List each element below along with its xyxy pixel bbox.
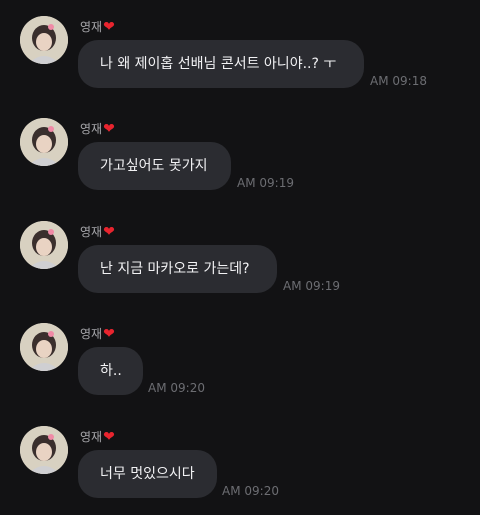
message-time: AM 09:19 — [237, 176, 294, 190]
message-time: AM 09:20 — [222, 484, 279, 498]
heart-icon: ❤ — [103, 19, 115, 35]
message-bubble[interactable]: 난 지금 마카오로 가는데? — [78, 245, 277, 293]
sender-label: 영재 — [80, 20, 103, 34]
sender-label: 영재 — [80, 225, 103, 239]
heart-icon: ❤ — [103, 326, 115, 342]
message-bubble[interactable]: 나 왜 제이홉 선배님 콘서트 아니야..? ㅜ — [78, 40, 364, 88]
sender-name: 영재❤ — [80, 325, 115, 342]
message-time: AM 09:19 — [283, 279, 340, 293]
message-bubble[interactable]: 하.. — [78, 347, 143, 395]
heart-icon: ❤ — [103, 429, 115, 445]
sender-name: 영재❤ — [80, 223, 115, 240]
chat-thread: 영재❤ 나 왜 제이홉 선배님 콘서트 아니야..? ㅜ AM 09:18 영재… — [0, 0, 480, 515]
message-bubble[interactable]: 너무 멋있으시다 — [78, 450, 217, 498]
chat-message: 영재❤ 난 지금 마카오로 가는데? AM 09:19 — [0, 221, 480, 321]
avatar[interactable] — [20, 16, 68, 64]
sender-label: 영재 — [80, 430, 103, 444]
sender-name: 영재❤ — [80, 428, 115, 445]
heart-icon: ❤ — [103, 121, 115, 137]
avatar[interactable] — [20, 323, 68, 371]
sender-name: 영재❤ — [80, 120, 115, 137]
sender-name: 영재❤ — [80, 18, 115, 35]
sender-label: 영재 — [80, 327, 103, 341]
avatar[interactable] — [20, 118, 68, 166]
sender-label: 영재 — [80, 122, 103, 136]
heart-icon: ❤ — [103, 224, 115, 240]
avatar[interactable] — [20, 221, 68, 269]
message-time: AM 09:18 — [370, 74, 427, 88]
avatar[interactable] — [20, 426, 68, 474]
chat-message: 영재❤ 가고싶어도 못가지 AM 09:19 — [0, 118, 480, 218]
chat-message: 영재❤ 너무 멋있으시다 AM 09:20 — [0, 426, 480, 515]
chat-message: 영재❤ 나 왜 제이홉 선배님 콘서트 아니야..? ㅜ AM 09:18 — [0, 16, 480, 116]
message-bubble[interactable]: 가고싶어도 못가지 — [78, 142, 231, 190]
message-time: AM 09:20 — [148, 381, 205, 395]
chat-message: 영재❤ 하.. AM 09:20 — [0, 323, 480, 423]
